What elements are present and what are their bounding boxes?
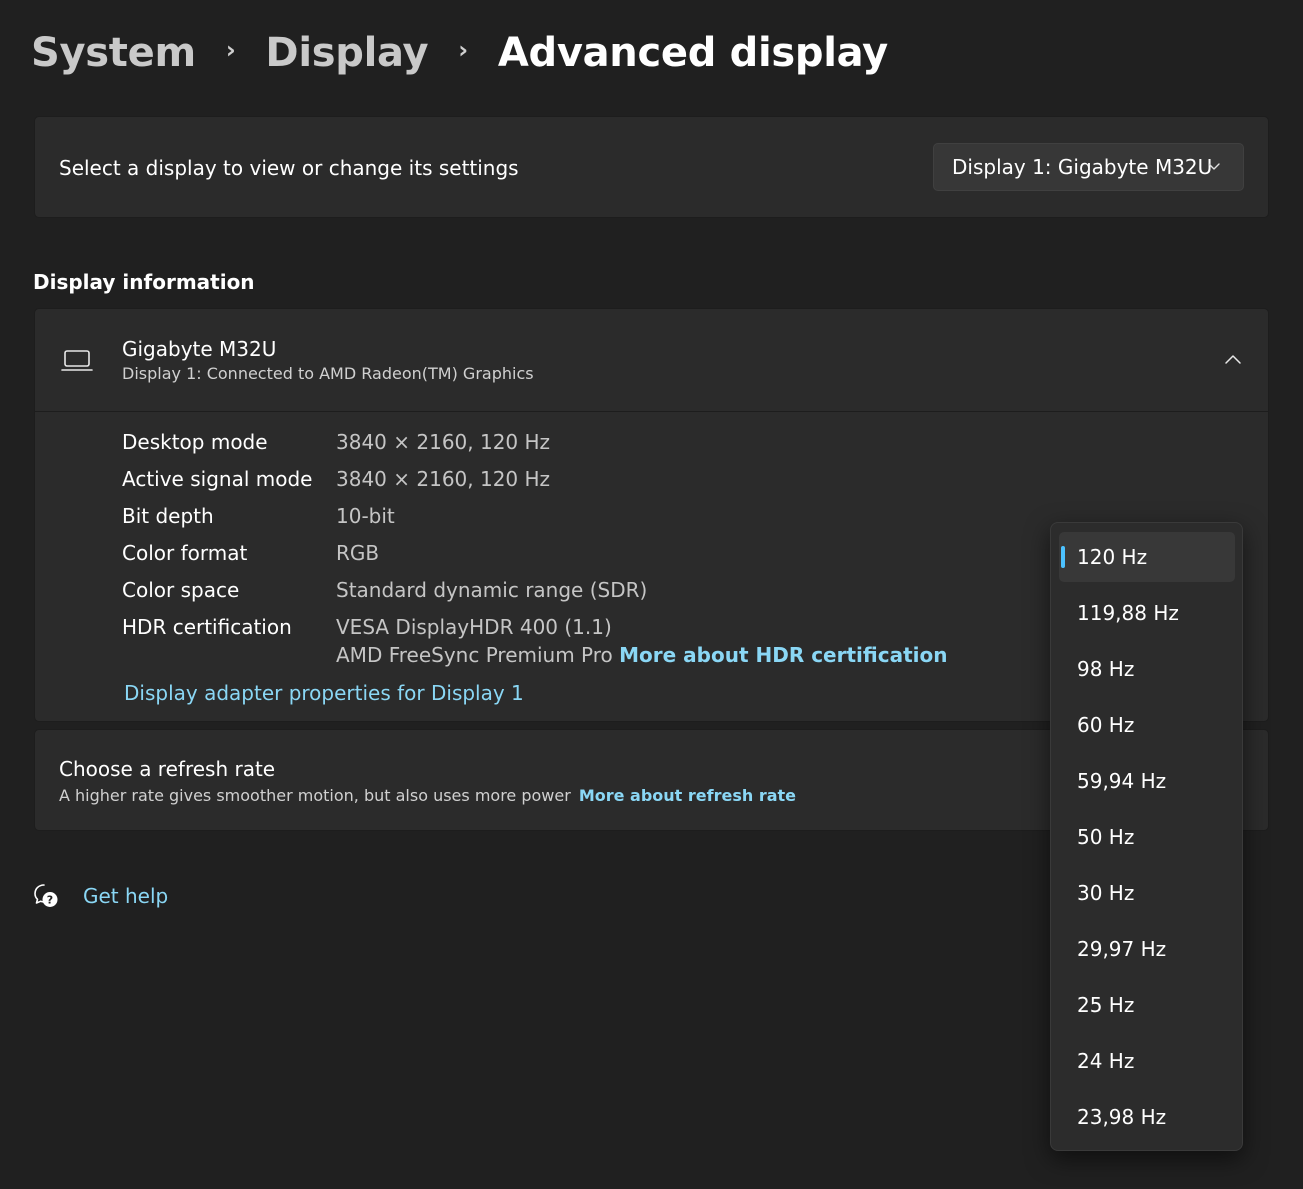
page-title: Advanced display [497,30,888,76]
display-select-value: Display 1: Gigabyte M32U [952,155,1213,179]
refresh-rate-option-label: 30 Hz [1077,881,1135,905]
selected-indicator [1061,546,1065,568]
select-display-card: Select a display to view or change its s… [34,116,1269,218]
refresh-rate-option[interactable]: 24 Hz [1059,1036,1235,1086]
breadcrumb-display[interactable]: Display [265,30,428,76]
refresh-rate-option[interactable]: 25 Hz [1059,980,1235,1030]
refresh-rate-link[interactable]: More about refresh rate [579,786,796,805]
refresh-rate-option[interactable]: 60 Hz [1059,700,1235,750]
breadcrumb: System › Display › Advanced display [31,30,888,76]
refresh-rate-option[interactable]: 120 Hz [1059,532,1235,582]
refresh-rate-option[interactable]: 59,94 Hz [1059,756,1235,806]
display-adapter-properties-link[interactable]: Display adapter properties for Display 1 [124,681,524,705]
refresh-rate-option-label: 120 Hz [1077,545,1148,569]
info-key: Desktop mode [122,430,268,454]
monitor-name: Gigabyte M32U [122,337,277,361]
display-select-dropdown[interactable]: Display 1: Gigabyte M32U [933,143,1244,191]
info-value: Standard dynamic range (SDR) [336,578,648,602]
refresh-rate-option-label: 60 Hz [1077,713,1135,737]
refresh-rate-title: Choose a refresh rate [59,757,276,781]
refresh-rate-option[interactable]: 50 Hz [1059,812,1235,862]
display-information-heading: Display information [33,270,255,294]
refresh-rate-option-label: 119,88 Hz [1077,601,1179,625]
hdr-freesync-line: AMD FreeSync Premium Pro More about HDR … [336,643,947,667]
chevron-up-icon[interactable] [1222,349,1244,371]
svg-text:?: ? [47,894,53,907]
refresh-rate-subtitle: A higher rate gives smoother motion, but… [59,786,796,805]
info-key: Active signal mode [122,467,313,491]
laptop-icon [61,350,93,371]
info-value: 3840 × 2160, 120 Hz [336,430,551,454]
refresh-rate-option[interactable]: 23,98 Hz [1059,1092,1235,1142]
info-key: Color space [122,578,240,602]
info-key: Color format [122,541,248,565]
refresh-rate-option-label: 98 Hz [1077,657,1135,681]
refresh-rate-option[interactable]: 30 Hz [1059,868,1235,918]
display-information-header[interactable]: Gigabyte M32U Display 1: Connected to AM… [35,309,1268,412]
info-value: VESA DisplayHDR 400 (1.1) [336,615,612,639]
hdr-certification-link[interactable]: More about HDR certification [619,643,947,667]
info-value: RGB [336,541,380,565]
refresh-rate-option-label: 59,94 Hz [1077,769,1167,793]
get-help-link[interactable]: Get help [83,884,168,908]
refresh-rate-option-label: 50 Hz [1077,825,1135,849]
chevron-down-icon [1208,163,1220,170]
advanced-display-page: System › Display › Advanced display Sele… [0,0,1303,1189]
select-display-label: Select a display to view or change its s… [59,156,519,180]
monitor-connection-subtitle: Display 1: Connected to AMD Radeon(TM) G… [122,364,534,383]
info-value: 10-bit [336,504,395,528]
refresh-rate-description: A higher rate gives smoother motion, but… [59,786,571,805]
breadcrumb-system[interactable]: System [31,30,196,76]
refresh-rate-option[interactable]: 119,88 Hz [1059,588,1235,638]
get-help-icon[interactable]: ? [32,882,60,910]
info-value: 3840 × 2160, 120 Hz [336,467,551,491]
info-key: HDR certification [122,615,292,639]
info-key: Bit depth [122,504,214,528]
freesync-text: AMD FreeSync Premium Pro [336,643,613,667]
chevron-right-icon: › [225,36,236,64]
refresh-rate-flyout: 120 Hz 119,88 Hz 98 Hz 60 Hz 59,94 Hz 50… [1050,522,1243,1151]
refresh-rate-option-label: 29,97 Hz [1077,937,1167,961]
refresh-rate-option-label: 24 Hz [1077,1049,1135,1073]
refresh-rate-option-label: 25 Hz [1077,993,1135,1017]
refresh-rate-option[interactable]: 98 Hz [1059,644,1235,694]
refresh-rate-option-label: 23,98 Hz [1077,1105,1167,1129]
chevron-right-icon: › [458,36,468,64]
refresh-rate-option[interactable]: 29,97 Hz [1059,924,1235,974]
